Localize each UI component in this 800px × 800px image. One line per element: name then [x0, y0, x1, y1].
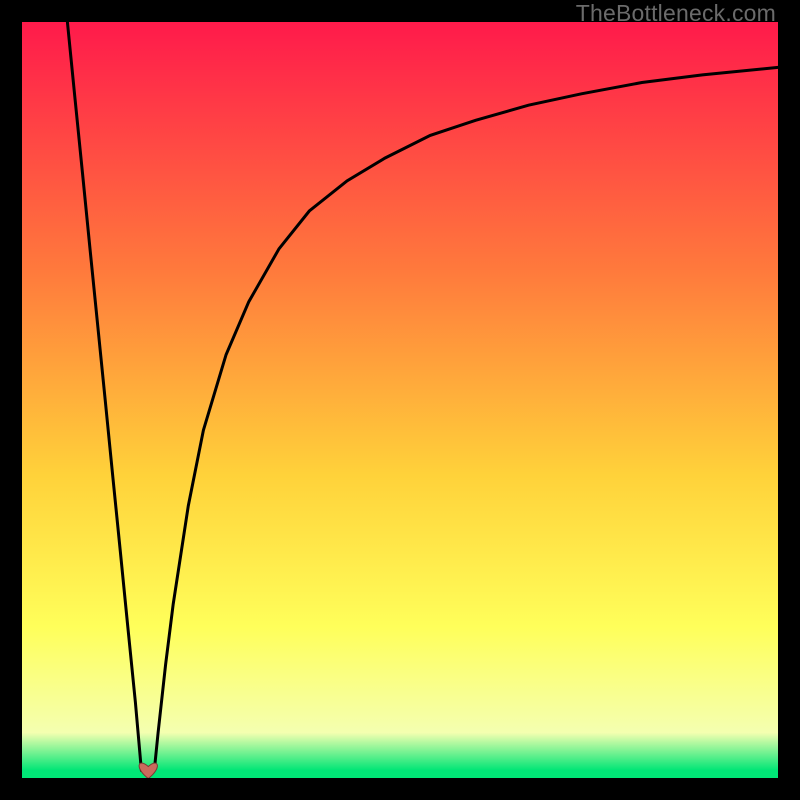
gradient-background [22, 22, 778, 778]
plot-canvas [22, 22, 778, 778]
watermark-text: TheBottleneck.com [576, 0, 776, 27]
plot-frame [22, 22, 778, 778]
